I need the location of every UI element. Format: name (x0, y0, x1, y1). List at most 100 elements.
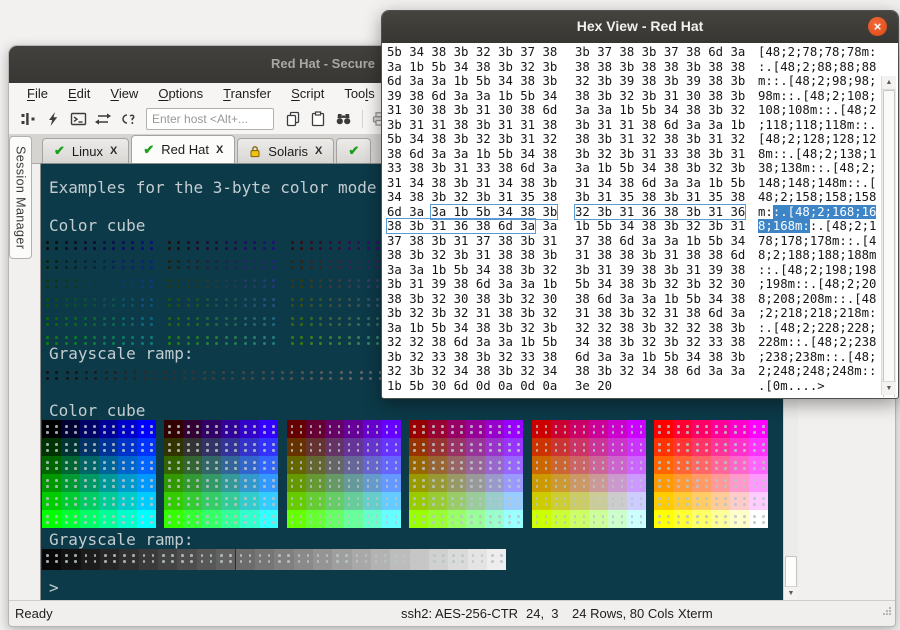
close-icon[interactable]: × (868, 17, 887, 36)
find-icon[interactable] (332, 108, 354, 130)
hex-row[interactable]: 6d 3a 3a 1b 5b 34 38 3b32 3b 39 38 3b 39… (383, 74, 881, 89)
bright-cube-cell (504, 420, 523, 438)
hex-row[interactable]: 34 38 3b 32 3b 31 35 383b 31 35 38 3b 31… (383, 190, 881, 205)
bright-cube-cell (306, 438, 325, 456)
hex-row[interactable]: 38 3b 31 36 38 6d 3a 3a1b 5b 34 38 3b 32… (383, 219, 881, 234)
hex-row[interactable]: 3b 32 33 38 3b 32 33 386d 3a 3a 1b 5b 34… (383, 350, 881, 365)
copy-icon[interactable] (282, 108, 304, 130)
dim-cube-cell (367, 260, 370, 263)
menu-transfer[interactable]: Transfer (213, 84, 281, 103)
hex-row[interactable]: 38 3b 32 30 38 3b 32 3038 6d 3a 3a 1b 5b… (383, 292, 881, 307)
dim-cube-cell (187, 317, 190, 320)
hex-row[interactable]: 37 38 3b 31 37 38 3b 3137 38 6d 3a 3a 1b… (383, 234, 881, 249)
hex-row[interactable]: 3b 31 31 38 3b 31 31 383b 31 31 38 6d 3a… (383, 118, 881, 133)
bright-cube-cell (240, 474, 259, 492)
hex-row[interactable]: 5b 34 38 3b 32 3b 31 3238 3b 31 32 38 3b… (383, 132, 881, 147)
bright-cube-cell (447, 510, 466, 528)
session-manager-side-tab[interactable]: Session Manager (9, 136, 32, 259)
dim-grayscale-cell (66, 371, 69, 374)
hex-row[interactable]: 33 38 3b 31 33 38 6d 3a3a 1b 5b 34 38 3b… (383, 161, 881, 176)
hex-row[interactable]: 38 6d 3a 3a 1b 5b 34 383b 32 3b 31 33 38… (383, 147, 881, 162)
hex-row[interactable]: 3a 1b 5b 34 38 3b 32 3b32 32 38 3b 32 32… (383, 321, 881, 336)
bright-cube-cell (532, 474, 551, 492)
menu-tools[interactable]: Tools (334, 84, 384, 103)
tab-red-hat[interactable]: ✔Red HatX (131, 135, 235, 163)
bright-cube-cell (711, 474, 730, 492)
hex-row[interactable]: 32 3b 32 34 38 3b 32 3438 3b 32 34 38 6d… (383, 364, 881, 379)
bright-cube-cell (382, 492, 401, 510)
hex-scrollbar-thumb[interactable] (883, 90, 895, 397)
hex-bytes-group2: 3e 20 (575, 379, 612, 394)
hex-row[interactable]: 38 3b 32 3b 31 38 38 3b31 38 38 3b 31 38… (383, 248, 881, 263)
dim-grayscale-cell (222, 371, 225, 374)
hex-row[interactable]: 31 34 38 3b 31 34 38 3b31 34 38 6d 3a 3a… (383, 176, 881, 191)
hex-bytes-group2: 38 3b 32 34 38 6d 3a 3a (575, 364, 745, 379)
bright-cube-cell (447, 474, 466, 492)
hex-row[interactable]: 3a 3a 1b 5b 34 38 3b 323b 31 39 38 3b 31… (383, 263, 881, 278)
resize-grip[interactable] (882, 606, 892, 616)
hex-row[interactable]: 3b 31 39 38 6d 3a 3a 1b5b 34 38 3b 32 3b… (383, 277, 881, 292)
menu-view[interactable]: View (100, 84, 148, 103)
bright-cube-cell (749, 492, 768, 510)
dim-cube-cell (263, 241, 266, 244)
hex-row[interactable]: 3a 1b 5b 34 38 3b 32 3b38 38 3b 38 38 3b… (383, 60, 881, 75)
tab-hidden[interactable]: ✔ (336, 138, 371, 163)
dim-cube-cell (263, 336, 266, 339)
bright-cube-cell (164, 474, 183, 492)
bright-cube-cell (382, 474, 401, 492)
dim-cube-cell (244, 317, 247, 320)
menu-edit[interactable]: Edit (58, 84, 100, 103)
hex-row[interactable]: 3b 32 3b 32 31 38 3b 3231 38 3b 32 31 38… (383, 306, 881, 321)
hex-row[interactable]: 31 30 38 3b 31 30 38 6d3a 3a 1b 5b 34 38… (383, 103, 881, 118)
hex-scroll-up-icon[interactable]: ▲ (882, 76, 896, 90)
dim-cube-cell (291, 298, 294, 301)
bright-cube-cell (730, 492, 749, 510)
bright-cube-cell (325, 438, 344, 456)
bright-cube-cell (692, 510, 711, 528)
status-ready: Ready (15, 606, 53, 621)
bright-cube-cell (221, 438, 240, 456)
quick-connect-icon[interactable] (42, 108, 64, 130)
hex-row[interactable]: 5b 34 38 3b 32 3b 37 383b 37 38 3b 37 38… (383, 45, 881, 60)
disconnect-icon[interactable] (117, 108, 139, 130)
hex-row[interactable]: 6d 3a 3a 1b 5b 34 38 3b32 3b 31 36 38 3b… (383, 205, 881, 220)
bright-cube-cell (673, 492, 692, 510)
dim-grayscale-cell (164, 371, 167, 374)
dim-grayscale-cell (360, 371, 363, 374)
terminal-scroll-down-icon[interactable]: ▼ (784, 586, 798, 600)
bright-cube-cell (692, 456, 711, 474)
tab-linux[interactable]: ✔LinuxX (42, 138, 129, 163)
bright-cube-cell (504, 510, 523, 528)
hex-titlebar[interactable]: Hex View - Red Hat × (382, 11, 898, 43)
dim-cube-cell (310, 336, 313, 339)
reconnect-icon[interactable] (92, 108, 114, 130)
host-input[interactable] (146, 108, 274, 130)
bright-cube-cell (608, 492, 627, 510)
tab-close-icon[interactable]: X (315, 145, 322, 157)
tab-close-icon[interactable]: X (216, 144, 223, 156)
bright-cube-cell (183, 438, 202, 456)
terminal-scrollbar-thumb[interactable] (785, 556, 797, 590)
tab-close-icon[interactable]: X (110, 145, 117, 157)
toolbar-separator (362, 110, 363, 128)
hex-ascii: ;118;118;118m::. (758, 118, 876, 133)
hex-content: 5b 34 38 3b 32 3b 37 383b 37 38 3b 37 38… (383, 43, 897, 397)
hex-row[interactable]: 1b 5b 30 6d 0d 0a 0d 0a3e 20.[0m....> (383, 379, 881, 394)
dim-grayscale-cell (262, 371, 265, 374)
bright-cube-cell (202, 492, 221, 510)
hex-scrollbar[interactable]: ▲ ▼ (881, 76, 896, 395)
tab-solaris[interactable]: SolarisX (237, 138, 334, 163)
dim-cube-cell (187, 279, 190, 282)
menu-file[interactable]: File (17, 84, 58, 103)
hex-scroll-down-icon[interactable]: ▼ (882, 381, 896, 395)
hex-row[interactable]: 32 32 38 6d 3a 3a 1b 5b34 38 3b 32 3b 32… (383, 335, 881, 350)
menu-script[interactable]: Script (281, 84, 334, 103)
hex-row[interactable]: 39 38 6d 3a 3a 1b 5b 3438 3b 32 3b 31 30… (383, 89, 881, 104)
bright-cube-cell (570, 474, 589, 492)
bright-cube-cell (61, 420, 80, 438)
menu-options[interactable]: Options (148, 84, 213, 103)
paste-icon[interactable] (307, 108, 329, 130)
local-terminal-icon[interactable] (67, 108, 89, 130)
session-manager-toggle-icon[interactable] (17, 108, 39, 130)
dim-cube-cell (122, 336, 125, 339)
